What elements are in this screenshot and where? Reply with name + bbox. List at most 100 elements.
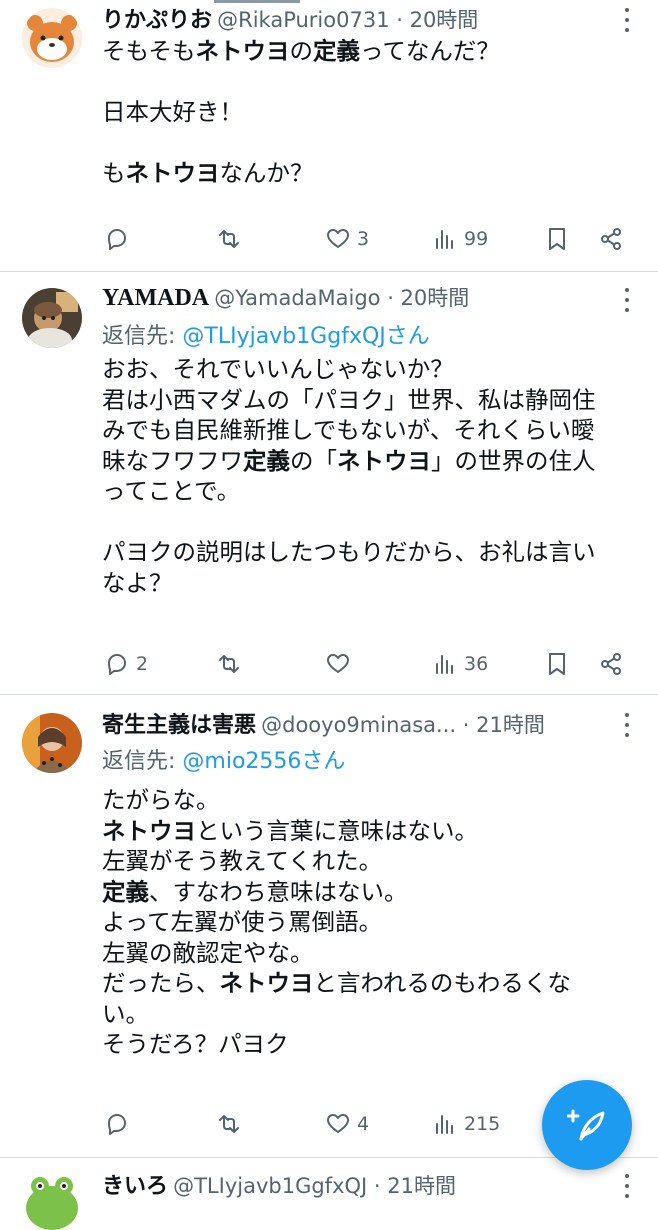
text-segment: い。 <box>102 999 149 1028</box>
reply-mention[interactable]: @mio2556さん <box>182 749 345 774</box>
keyword-highlight: ネトウヨ <box>337 446 431 475</box>
bookmark-button[interactable] <box>544 644 570 684</box>
text-segment: 昧なフワフワ <box>102 446 243 475</box>
action-bar: 2 36 <box>0 644 658 684</box>
tweet-line: たがらな。 <box>102 785 644 816</box>
text-segment: ってことで。 <box>102 477 241 505</box>
like-icon <box>327 654 349 673</box>
text-segment: なんか？ <box>219 159 314 187</box>
views-icon <box>436 230 453 249</box>
keyword-highlight: ネトウヨ <box>195 37 290 65</box>
reply-icon <box>108 1114 126 1135</box>
text-segment: と言われるのもわるくな <box>313 969 571 997</box>
more-icon[interactable] <box>616 8 638 32</box>
text-segment: そもそも <box>102 37 196 65</box>
reply-to-label: 返信先: <box>102 324 183 349</box>
display-name[interactable]: りかぷりお <box>102 8 212 33</box>
handle-and-time: @TLIyjavb1GgfxQJ · 21時間 <box>173 1174 456 1198</box>
text-segment: という言葉に意味はない。 <box>196 816 478 845</box>
reply-icon <box>108 654 126 675</box>
avatar[interactable] <box>22 288 82 348</box>
tweet-4[interactable]: きいろ @TLIyjavb1GgfxQJ · 21時間 <box>0 1158 658 1230</box>
retweet-icon <box>219 655 239 673</box>
keyword-highlight: ネトウヨ <box>219 969 314 997</box>
compose-icon <box>567 1109 605 1141</box>
tweet-line: そもそもネトウヨの定義ってなんだ？ <box>102 36 644 67</box>
text-segment: そうだろ？パヨク <box>102 1030 289 1058</box>
replies-count: 2 <box>136 653 149 675</box>
tweet-line: 左翼がそう教えてくれた。 <box>102 846 644 877</box>
tweet-text: たがらな。 ネトウヨという言葉に意味はない。 左翼がそう教えてくれた。 定義、すなわち… <box>102 785 644 1060</box>
text-segment: よって左翼が使う罵倒語。 <box>102 908 383 936</box>
more-icon[interactable] <box>616 1174 638 1198</box>
retweet-button[interactable] <box>216 1104 242 1144</box>
text-segment: みでも自民維新推しでもないが、それくらい曖 <box>102 416 595 444</box>
retweet-icon <box>219 230 239 248</box>
text-segment: 君は小西マダムの「パヨク」世界、私は静岡住 <box>102 385 596 414</box>
like-button[interactable]: 4 <box>325 1104 369 1144</box>
tweet-header: りかぷりお @RikaPurio0731 · 20時間 <box>102 2 642 36</box>
views-icon <box>436 1115 453 1134</box>
avatar[interactable] <box>22 713 82 773</box>
views-button[interactable]: 36 <box>432 644 488 684</box>
avatar[interactable] <box>22 1170 82 1230</box>
tweet-2[interactable]: YAMADA @YamadaMaigo · 20時間 返信先: @TLIyjav… <box>0 272 658 694</box>
tweet-line: 日本大好き！ <box>102 97 644 128</box>
tweet-line: ってことで。 <box>102 476 644 507</box>
share-button[interactable] <box>598 644 624 684</box>
like-button[interactable]: 3 <box>325 219 369 259</box>
reply-button[interactable] <box>104 1104 130 1144</box>
display-name[interactable]: YAMADA <box>102 285 209 311</box>
share-icon <box>601 228 621 250</box>
compose-button[interactable] <box>542 1080 632 1170</box>
text-segment: たがらな。 <box>102 786 220 814</box>
text-segment: おお、それでいいんじゃないか？ <box>102 355 454 383</box>
like-icon <box>327 1114 349 1133</box>
reply-to: 返信先: @TLIyjavb1GgfxQJさん <box>102 318 430 350</box>
tweet-line: 昧なフワフワ定義の「ネトウヨ」の世界の住人 <box>102 446 644 477</box>
display-name[interactable]: きいろ <box>102 1174 168 1199</box>
bookmark-button[interactable] <box>544 219 570 259</box>
tweet-line <box>102 128 644 159</box>
tweet-3[interactable]: 寄生主義は害悪 @dooyo9minasa... · 21時間 返信先: @mi… <box>0 695 658 1157</box>
tweet-line <box>102 67 644 98</box>
views-count: 215 <box>464 1113 501 1135</box>
views-count: 99 <box>464 228 489 250</box>
display-name[interactable]: 寄生主義は害悪 <box>102 713 256 738</box>
keyword-highlight: 定義 <box>313 37 361 65</box>
tweet-line: 君は小西マダムの「パヨク」世界、私は静岡住 <box>102 385 644 416</box>
more-icon[interactable] <box>616 288 638 312</box>
tweet-line: だったら、ネトウヨと言われるのもわるくな <box>102 968 644 999</box>
tweet-line: なよ？ <box>102 568 644 599</box>
share-button[interactable] <box>598 219 624 259</box>
tweet-line <box>102 507 644 538</box>
text-segment: 左翼がそう教えてくれた。 <box>102 847 383 875</box>
tweet-line: おお、それでいいんじゃないか？ <box>102 354 644 385</box>
text-segment: も <box>102 159 126 187</box>
text-segment: 日本大好き！ <box>102 98 243 126</box>
tweet-line: そうだろ？パヨク <box>102 1029 644 1060</box>
retweet-button[interactable] <box>216 219 242 259</box>
tweet-text: おお、それでいいんじゃないか？ 君は小西マダムの「パヨク」世界、私は静岡住 みでも自… <box>102 354 644 598</box>
reply-button[interactable]: 2 <box>104 644 148 684</box>
views-button[interactable]: 215 <box>432 1104 500 1144</box>
likes-count: 4 <box>357 1113 370 1135</box>
tweet-line: 左翼の敵認定やな。 <box>102 938 644 969</box>
text-segment: 、すなわち意味はない。 <box>149 877 408 906</box>
text-segment: 左翼の敵認定やな。 <box>102 938 314 967</box>
more-icon[interactable] <box>616 713 638 737</box>
bookmark-icon <box>549 653 565 675</box>
handle-and-time: @RikaPurio0731 · 20時間 <box>217 8 479 32</box>
like-button[interactable] <box>325 644 351 684</box>
avatar[interactable] <box>22 8 82 68</box>
tweet-header: YAMADA @YamadaMaigo · 20時間 <box>102 282 642 316</box>
tweet-1[interactable]: りかぷりお @RikaPurio0731 · 20時間 そもそもネトウヨの定義っ… <box>0 0 658 271</box>
reply-button[interactable] <box>104 219 130 259</box>
tweet-header: 寄生主義は害悪 @dooyo9minasa... · 21時間 <box>102 707 642 741</box>
reply-to-label: 返信先: <box>102 749 183 774</box>
retweet-button[interactable] <box>216 644 242 684</box>
views-button[interactable]: 99 <box>432 219 488 259</box>
tweet-line: もネトウヨなんか？ <box>102 158 644 189</box>
reply-mention[interactable]: @TLIyjavb1GgfxQJさん <box>182 324 429 349</box>
like-icon <box>327 229 349 248</box>
